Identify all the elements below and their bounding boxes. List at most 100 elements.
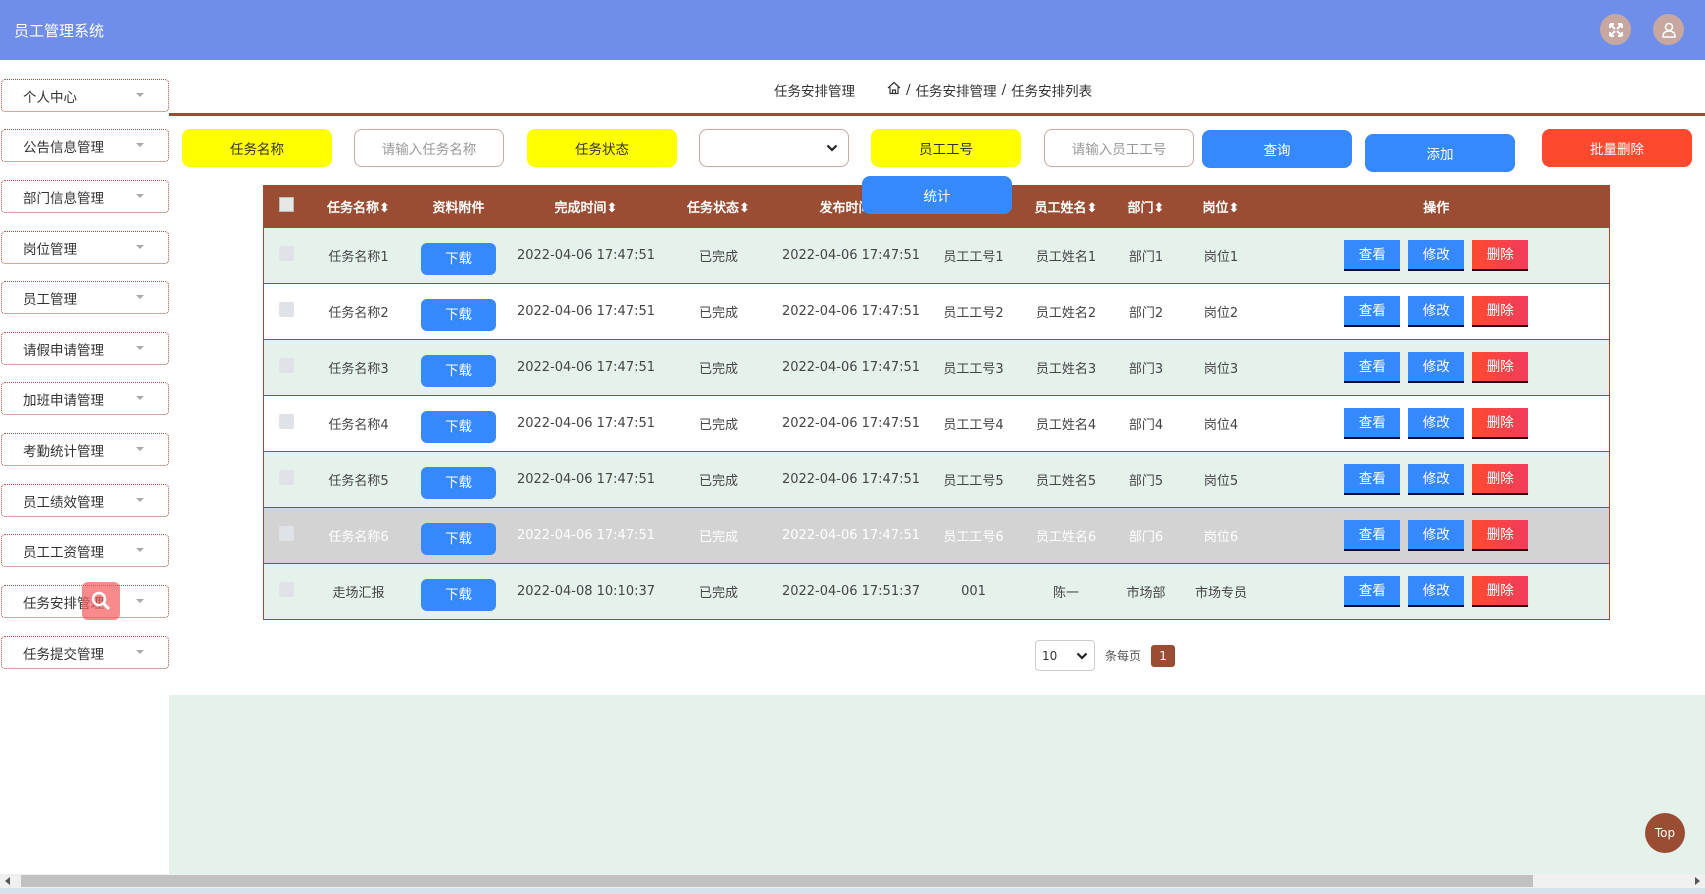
edit-button[interactable]: 修改 <box>1408 520 1465 551</box>
view-button[interactable]: 查看 <box>1344 520 1401 551</box>
delete-button[interactable]: 删除 <box>1472 576 1529 607</box>
delete-button[interactable]: 删除 <box>1472 296 1529 327</box>
sidebar-item-notice[interactable]: 公告信息管理 <box>1 129 169 162</box>
row-checkbox[interactable] <box>263 339 309 396</box>
sidebar-item-task-submission[interactable]: 任务提交管理 <box>1 636 169 669</box>
add-button[interactable]: 添加 <box>1365 134 1515 172</box>
edit-button[interactable]: 修改 <box>1408 240 1465 271</box>
cell-post: 岗位5 <box>1178 451 1264 508</box>
table-row[interactable]: 任务名称5 下载 2022-04-06 17:47:51 已完成 2022-04-06 … <box>263 451 1610 508</box>
edit-button[interactable]: 修改 <box>1408 408 1465 439</box>
row-checkbox[interactable] <box>263 395 309 452</box>
stats-button[interactable]: 统计 <box>862 176 1012 214</box>
download-button[interactable]: 下载 <box>421 298 496 331</box>
scroll-left-icon[interactable] <box>5 877 10 885</box>
sidebar-item-overtime[interactable]: 加班申请管理 <box>1 382 169 415</box>
sidebar-item-attendance[interactable]: 考勤统计管理 <box>1 433 169 466</box>
task-status-label: 任务状态 <box>527 129 677 167</box>
table-row[interactable]: 任务名称4 下载 2022-04-06 17:47:51 已完成 2022-04-06 … <box>263 395 1610 452</box>
col-status[interactable]: 任务状态⬍ <box>663 185 774 228</box>
sidebar-item-performance[interactable]: 员工绩效管理 <box>1 484 169 517</box>
download-button[interactable]: 下载 <box>421 410 496 443</box>
page-size-select[interactable]: 10 <box>1035 640 1095 671</box>
task-status-select[interactable] <box>699 129 849 167</box>
download-button[interactable]: 下载 <box>421 466 496 499</box>
sidebar-item-post[interactable]: 岗位管理 <box>1 231 169 264</box>
edit-button[interactable]: 修改 <box>1408 576 1465 607</box>
scroll-right-icon[interactable] <box>1695 877 1700 885</box>
col-attachment: 资料附件 <box>408 185 509 228</box>
col-done-time[interactable]: 完成时间⬍ <box>508 185 664 228</box>
edit-button[interactable]: 修改 <box>1408 352 1465 383</box>
delete-button[interactable]: 删除 <box>1472 240 1529 271</box>
caret-down-icon <box>136 498 144 502</box>
table-row[interactable]: 走场汇报 下载 2022-04-08 10:10:37 已完成 2022-04-06 1… <box>263 563 1610 620</box>
col-dept[interactable]: 部门⬍ <box>1113 185 1179 228</box>
user-avatar-icon[interactable] <box>1653 14 1684 45</box>
cell-done-time: 2022-04-06 17:47:51 <box>508 451 664 508</box>
fullscreen-icon[interactable] <box>1600 14 1631 45</box>
table-row[interactable]: 任务名称1 下载 2022-04-06 17:47:51 已完成 2022-04-06 … <box>263 227 1610 284</box>
cell-status: 已完成 <box>663 395 774 452</box>
row-checkbox[interactable] <box>263 563 309 620</box>
cell-actions: 查看 修改 删除 <box>1263 451 1610 508</box>
col-emp-name[interactable]: 员工姓名⬍ <box>1018 185 1114 228</box>
page-header: 任务安排管理 / 任务安排管理 / 任务安排列表 <box>169 60 1705 116</box>
cell-actions: 查看 修改 删除 <box>1263 563 1610 620</box>
view-button[interactable]: 查看 <box>1344 352 1401 383</box>
edit-button[interactable]: 修改 <box>1408 296 1465 327</box>
sidebar-item-salary[interactable]: 员工工资管理 <box>1 534 169 567</box>
page-button-current[interactable]: 1 <box>1151 644 1176 667</box>
caret-down-icon <box>136 447 144 451</box>
back-to-top-button[interactable]: Top <box>1645 813 1685 853</box>
view-button[interactable]: 查看 <box>1344 576 1401 607</box>
cell-emp-name: 陈一 <box>1018 563 1114 620</box>
sidebar-item-employee[interactable]: 员工管理 <box>1 281 169 314</box>
cell-attachment: 下载 <box>408 227 509 284</box>
view-button[interactable]: 查看 <box>1344 240 1401 271</box>
emp-no-label: 员工工号 <box>871 129 1021 167</box>
row-checkbox[interactable] <box>263 227 309 284</box>
delete-button[interactable]: 删除 <box>1472 352 1529 383</box>
task-name-input[interactable]: 请输入任务名称 <box>354 129 504 167</box>
breadcrumb-item[interactable]: 任务安排管理 <box>916 80 997 100</box>
edit-button[interactable]: 修改 <box>1408 464 1465 495</box>
download-button[interactable]: 下载 <box>421 354 496 387</box>
row-checkbox[interactable] <box>263 507 309 564</box>
col-post[interactable]: 岗位⬍ <box>1178 185 1264 228</box>
cell-status: 已完成 <box>663 283 774 340</box>
magnifier-icon[interactable] <box>82 582 120 620</box>
table-row[interactable]: 任务名称3 下载 2022-04-06 17:47:51 已完成 2022-04-06 … <box>263 339 1610 396</box>
cell-done-time: 2022-04-06 17:47:51 <box>508 227 664 284</box>
query-button[interactable]: 查询 <box>1202 130 1352 168</box>
cell-emp-no: 员工工号4 <box>928 395 1019 452</box>
table-row[interactable]: 任务名称6 下载 2022-04-06 17:47:51 已完成 2022-04-06 … <box>263 507 1610 564</box>
horizontal-scrollbar[interactable] <box>0 874 1705 888</box>
delete-button[interactable]: 删除 <box>1472 520 1529 551</box>
view-button[interactable]: 查看 <box>1344 408 1401 439</box>
table-row[interactable]: 任务名称2 下载 2022-04-06 17:47:51 已完成 2022-04-06 … <box>263 283 1610 340</box>
cell-post: 岗位4 <box>1178 395 1264 452</box>
delete-button[interactable]: 删除 <box>1472 464 1529 495</box>
cell-publish-time: 2022-04-06 17:47:51 <box>773 339 929 396</box>
row-checkbox[interactable] <box>263 283 309 340</box>
download-button[interactable]: 下载 <box>421 522 496 555</box>
col-task-name[interactable]: 任务名称⬍ <box>308 185 409 228</box>
delete-button[interactable]: 删除 <box>1472 408 1529 439</box>
emp-no-input[interactable]: 请输入员工工号 <box>1044 129 1194 167</box>
sidebar-item-department[interactable]: 部门信息管理 <box>1 180 169 213</box>
sidebar-item-leave[interactable]: 请假申请管理 <box>1 332 169 365</box>
scrollbar-thumb[interactable] <box>21 875 1533 887</box>
download-button[interactable]: 下载 <box>421 242 496 275</box>
cell-status: 已完成 <box>663 339 774 396</box>
cell-emp-no: 员工工号6 <box>928 507 1019 564</box>
sidebar-item-personal-center[interactable]: 个人中心 <box>1 79 169 112</box>
view-button[interactable]: 查看 <box>1344 296 1401 327</box>
cell-emp-no: 员工工号3 <box>928 339 1019 396</box>
batch-delete-button[interactable]: 批量删除 <box>1542 129 1692 167</box>
row-checkbox[interactable] <box>263 451 309 508</box>
download-button[interactable]: 下载 <box>421 578 496 611</box>
select-all-checkbox[interactable] <box>263 185 309 228</box>
home-icon[interactable] <box>887 81 901 99</box>
view-button[interactable]: 查看 <box>1344 464 1401 495</box>
